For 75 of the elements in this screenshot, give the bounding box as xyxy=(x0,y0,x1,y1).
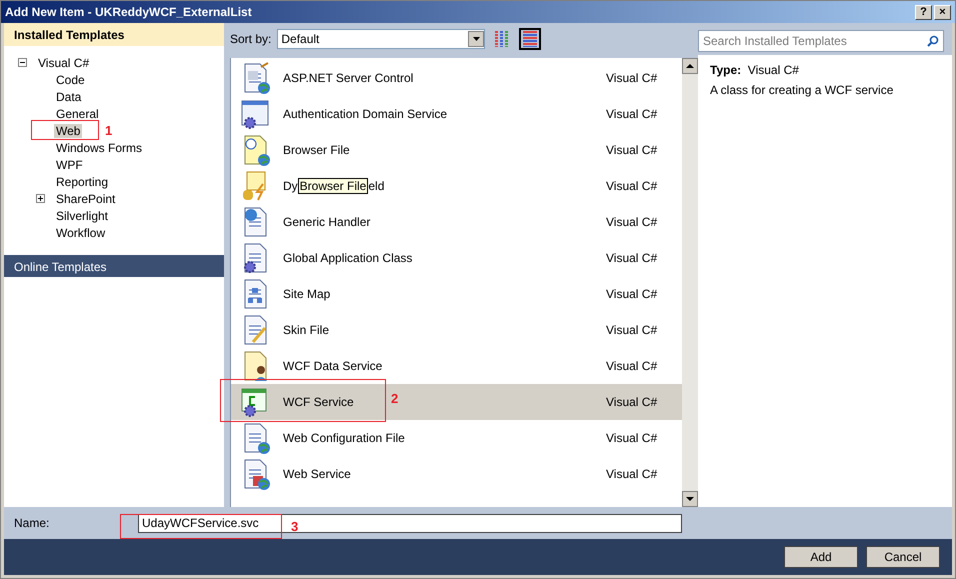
sidebar-header: Installed Templates xyxy=(4,23,224,46)
sort-label: Sort by: xyxy=(230,32,272,46)
template-row[interactable]: Web Service Visual C# xyxy=(231,456,682,492)
help-button[interactable]: ? xyxy=(915,4,932,20)
template-name: eld xyxy=(368,179,384,193)
template-row[interactable]: Skin File Visual C# xyxy=(231,312,682,348)
template-row[interactable]: Browser File Visual C# xyxy=(231,132,682,168)
window-title: Add New Item - UKReddyWCF_ExternalList xyxy=(5,5,252,19)
tree-item[interactable]: Visual C# xyxy=(36,56,92,70)
tree-item[interactable]: Code xyxy=(54,72,87,86)
scrollbar[interactable] xyxy=(682,58,698,507)
tree-item[interactable]: Reporting xyxy=(54,174,110,188)
caret-icon xyxy=(472,37,480,41)
sort-dropdown[interactable]: Default xyxy=(277,29,486,49)
tree-item[interactable]: Web xyxy=(54,124,82,138)
tree-item[interactable]: Windows Forms xyxy=(54,140,144,154)
template-name: Web Configuration File xyxy=(283,431,405,445)
scroll-down-icon[interactable] xyxy=(682,491,698,507)
online-templates-item[interactable]: Online Templates xyxy=(4,255,224,277)
template-name: Global Application Class xyxy=(283,251,412,265)
search-placeholder: Search Installed Templates xyxy=(703,34,847,48)
cancel-button[interactable]: Cancel xyxy=(866,546,940,568)
template-language: Visual C# xyxy=(606,395,658,409)
template-name: ASP.NET Server Control xyxy=(283,71,414,85)
scroll-up-icon[interactable] xyxy=(682,58,698,74)
template-name: WCF Data Service xyxy=(283,359,382,373)
template-language: Visual C# xyxy=(606,431,658,445)
template-language: Visual C# xyxy=(606,143,658,157)
template-language: Visual C# xyxy=(606,71,658,85)
template-name: Site Map xyxy=(283,287,330,301)
template-name: Web Service xyxy=(283,467,351,481)
template-name: Browser File xyxy=(283,143,350,157)
tree-item[interactable]: Workflow xyxy=(54,226,108,240)
template-language: Visual C# xyxy=(606,467,658,481)
template-row[interactable]: Dy Browser File eld Visual C# xyxy=(231,168,682,204)
template-language: Visual C# xyxy=(606,215,658,229)
template-language: Visual C# xyxy=(606,323,658,337)
template-name: Authentication Domain Service xyxy=(283,107,448,121)
template-language: Visual C# xyxy=(606,251,658,265)
tree-item[interactable]: Data xyxy=(54,90,84,104)
tree-item[interactable]: Silverlight xyxy=(54,208,110,222)
add-button[interactable]: Add xyxy=(784,546,858,568)
description: A class for creating a WCF service xyxy=(710,83,894,97)
expand-icon[interactable] xyxy=(36,194,45,203)
template-row[interactable]: Web Configuration File Visual C# xyxy=(231,420,682,456)
tooltip: Browser File xyxy=(298,178,368,194)
window-gear-icon xyxy=(239,98,271,130)
list-view-button[interactable] xyxy=(519,28,542,50)
template-row[interactable]: Generic Handler Visual C# xyxy=(231,204,682,240)
tree-item[interactable]: WPF xyxy=(54,158,85,172)
template-row[interactable]: WCF Data Service Visual C# xyxy=(231,348,682,384)
tree-item[interactable]: SharePoint xyxy=(54,192,118,206)
template-row[interactable]: Global Application Class Visual C# xyxy=(231,240,682,276)
close-button[interactable]: × xyxy=(934,4,951,20)
tree-item[interactable]: General xyxy=(54,106,101,120)
template-name: Generic Handler xyxy=(283,215,370,229)
name-label: Name: xyxy=(14,516,50,530)
template-row[interactable]: ASP.NET Server Control Visual C# xyxy=(231,60,682,96)
search-icon[interactable] xyxy=(927,35,939,47)
template-language: Visual C# xyxy=(606,287,658,301)
template-row[interactable]: Site Map Visual C# xyxy=(231,276,682,312)
annotation-box xyxy=(31,120,99,140)
search-field[interactable]: Search Installed Templates xyxy=(698,30,944,52)
template-name: Dy xyxy=(283,179,298,193)
template-language: Visual C# xyxy=(606,359,658,373)
collapse-icon[interactable] xyxy=(18,58,27,67)
template-name: WCF Service xyxy=(283,395,354,409)
annotation-number: 3 xyxy=(291,519,298,534)
annotation-number: 1 xyxy=(105,123,112,138)
template-name: Skin File xyxy=(283,323,330,337)
annotation-number: 2 xyxy=(391,391,398,406)
template-language: Visual C# xyxy=(606,107,658,121)
type-info: Type: Visual C# xyxy=(710,63,800,77)
template-row[interactable]: Authentication Domain Service Visual C# xyxy=(231,96,682,132)
template-language: Visual C# xyxy=(606,179,658,193)
